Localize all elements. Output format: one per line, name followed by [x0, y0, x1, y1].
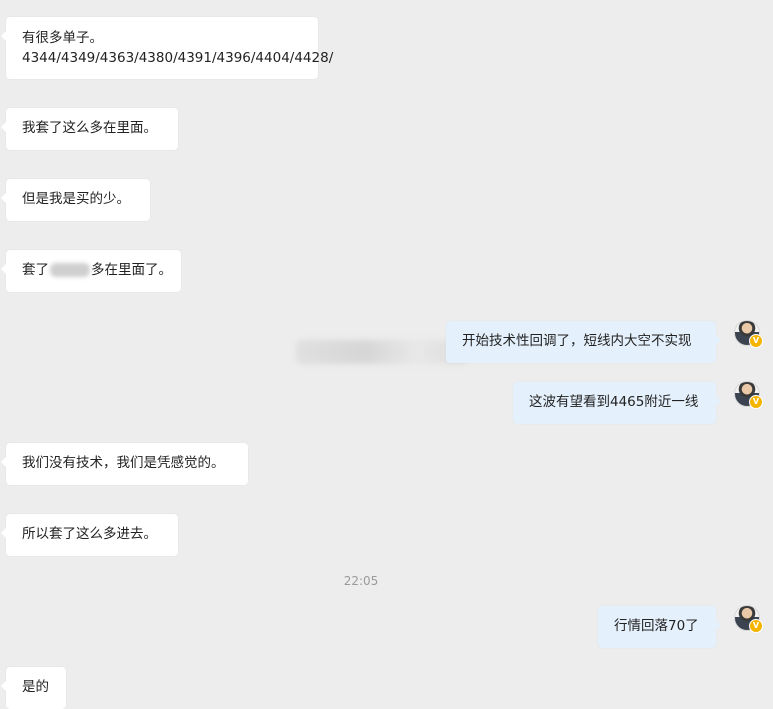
redacted-blur-strip [296, 340, 468, 364]
sender-avatar[interactable]: V [734, 605, 763, 633]
verified-badge-icon: V [749, 334, 763, 348]
message-text-line-2: 4344/4349/4363/4380/4391/4396/4404/4428/ [22, 50, 334, 66]
outgoing-message-3: 行情回落70了 [598, 606, 721, 648]
message-text-line-1: 有很多单子。 [22, 30, 103, 46]
redacted-blur [50, 263, 90, 277]
message-text: 行情回落70了 [614, 618, 699, 634]
incoming-message-2: 我套了这么多在里面。 [1, 108, 178, 150]
message-timestamp: 22:05 [343, 574, 379, 588]
message-text: 这波有望看到4465附近一线 [529, 394, 699, 410]
incoming-message-6: 所以套了这么多进去。 [1, 514, 178, 556]
message-text: 我们没有技术，我们是凭感觉的。 [22, 455, 225, 471]
sender-avatar[interactable]: V [734, 381, 763, 409]
incoming-message-1: 有很多单子。 4344/4349/4363/4380/4391/4396/440… [1, 17, 334, 79]
message-text: 但是我是买的少。 [22, 191, 130, 207]
message-text-prefix: 套了 [22, 262, 49, 278]
incoming-message-7: 是的 [1, 667, 66, 709]
incoming-message-4: 套了 多在里面了。 [1, 250, 181, 292]
message-text: 我套了这么多在里面。 [22, 120, 157, 136]
incoming-message-3: 但是我是买的少。 [1, 179, 150, 221]
outgoing-message-1: 开始技术性回调了，短线内大空不实现 [446, 321, 721, 363]
verified-badge-icon: V [749, 619, 763, 633]
message-text: 是的 [22, 679, 49, 695]
message-text: 所以套了这么多进去。 [22, 526, 157, 542]
incoming-message-5: 我们没有技术，我们是凭感觉的。 [1, 443, 248, 485]
outgoing-message-2: 这波有望看到4465附近一线 [513, 382, 721, 424]
sender-avatar[interactable]: V [734, 320, 763, 348]
message-text: 开始技术性回调了，短线内大空不实现 [462, 333, 692, 349]
message-text-suffix: 多在里面了。 [91, 262, 172, 278]
verified-badge-icon: V [749, 395, 763, 409]
